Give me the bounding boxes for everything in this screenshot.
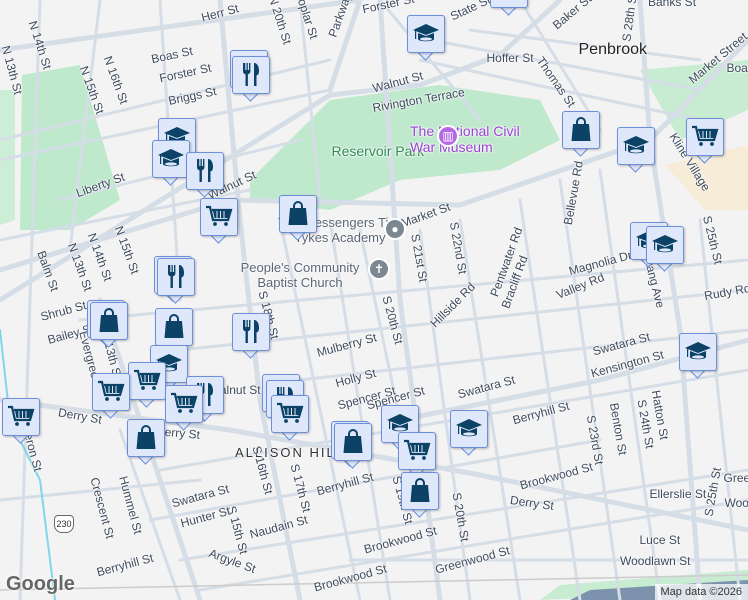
school-marker[interactable] [450, 410, 488, 456]
school-marker[interactable] [646, 226, 684, 272]
restaurant-marker[interactable] [232, 313, 270, 359]
shop-icon [160, 312, 188, 340]
shop-icon [567, 115, 595, 143]
cart-icon [170, 389, 198, 417]
cart-marker[interactable] [2, 398, 40, 444]
cart-marker[interactable] [128, 362, 166, 408]
cart-icon [276, 399, 304, 427]
restaurant-icon [191, 156, 219, 184]
school-icon [412, 19, 440, 47]
cart-icon [133, 366, 161, 394]
route-230-shield: 230 [54, 515, 74, 533]
restaurant-icon [237, 60, 265, 88]
school-marker[interactable] [152, 140, 190, 186]
cart-marker[interactable] [165, 385, 203, 431]
cart-marker[interactable] [200, 198, 238, 244]
shop-icon [95, 306, 123, 334]
school-marker[interactable] [617, 127, 655, 173]
school-icon [684, 337, 712, 365]
cart-marker[interactable] [686, 118, 724, 164]
map-attribution[interactable]: Map data ©2026 [654, 584, 748, 600]
google-logo: Google [6, 573, 75, 595]
school-marker[interactable] [490, 0, 528, 16]
school-icon [495, 0, 523, 2]
cart-icon [205, 202, 233, 230]
shop-marker[interactable] [90, 302, 128, 348]
cart-icon [97, 377, 125, 405]
shop-icon [339, 427, 367, 455]
school-pin-icon[interactable]: ● [384, 218, 406, 240]
shop-icon [132, 423, 160, 451]
school-icon [157, 144, 185, 172]
school-marker[interactable] [407, 15, 445, 61]
museum-pin-icon[interactable]: ▥ [437, 125, 459, 147]
shop-marker[interactable] [127, 419, 165, 465]
restaurant-marker[interactable] [157, 258, 195, 304]
school-icon [455, 414, 483, 442]
school-icon [622, 131, 650, 159]
restaurant-icon [162, 262, 190, 290]
restaurant-marker[interactable] [232, 56, 270, 102]
cart-marker[interactable] [92, 373, 130, 419]
restaurant-marker[interactable] [186, 152, 224, 198]
shop-marker[interactable] [279, 195, 317, 241]
shop-icon [284, 199, 312, 227]
shop-marker[interactable] [562, 111, 600, 157]
shop-marker[interactable] [334, 423, 372, 469]
school-marker[interactable] [679, 333, 717, 379]
shop-icon [406, 476, 434, 504]
cart-icon [691, 122, 719, 150]
cart-icon [7, 402, 35, 430]
church-pin-icon[interactable]: ✝ [368, 258, 390, 280]
cart-marker[interactable] [271, 395, 309, 441]
restaurant-icon [237, 317, 265, 345]
school-icon [651, 230, 679, 258]
cart-icon [403, 436, 431, 464]
shop-marker[interactable] [401, 472, 439, 518]
